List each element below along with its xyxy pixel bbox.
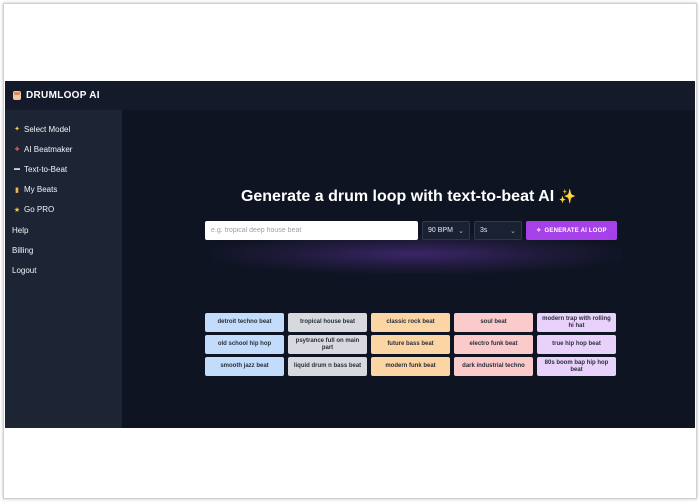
suggestion-chip[interactable]: smooth jazz beat bbox=[205, 357, 284, 376]
sidebar-item-label: Logout bbox=[12, 265, 37, 275]
suggestion-chip[interactable]: detroit techno beat bbox=[205, 313, 284, 332]
sidebar-item-my-beats[interactable]: ▮ My Beats bbox=[5, 180, 122, 200]
sidebar-item-label: AI Beatmaker bbox=[24, 144, 73, 154]
star-icon: ★ bbox=[13, 206, 21, 214]
suggestion-chip[interactable]: classic rock beat bbox=[371, 313, 450, 332]
suggestion-chip[interactable]: modern trap with rolling hi hat bbox=[537, 313, 616, 332]
input-glow bbox=[212, 234, 622, 274]
drumloop-logo-icon bbox=[13, 91, 21, 100]
drum-icon: ✚ bbox=[14, 146, 20, 153]
suggestion-chip[interactable]: liquid drum n bass beat bbox=[288, 357, 367, 376]
sidebar-item-go-pro[interactable]: ★ Go PRO bbox=[5, 200, 122, 220]
sidebar-item-billing[interactable]: Billing bbox=[5, 240, 122, 260]
sidebar-item-label: Go PRO bbox=[24, 205, 55, 215]
sidebar-item-label: Select Model bbox=[24, 124, 71, 134]
bpm-value: 90 BPM bbox=[428, 227, 453, 234]
brand-logo[interactable]: DRUMLOOP AI bbox=[13, 90, 100, 101]
brand-name: DRUMLOOP AI bbox=[26, 90, 100, 101]
sidebar-item-text-to-beat[interactable]: ▬ Text-to-Beat bbox=[5, 159, 122, 179]
generate-button-label: GENERATE AI LOOP bbox=[544, 227, 607, 234]
sidebar-item-label: Help bbox=[12, 225, 29, 235]
suggestion-chip[interactable]: soul beat bbox=[454, 313, 533, 332]
suggestion-chip[interactable]: tropical house beat bbox=[288, 313, 367, 332]
bpm-select[interactable]: 90 BPM ⌄ bbox=[422, 221, 470, 240]
chevron-down-icon: ⌄ bbox=[510, 227, 516, 235]
generate-form: 90 BPM ⌄ 3s ⌄ ✧ GENERATE AI LOOP bbox=[205, 221, 617, 240]
sidebar-item-ai-beatmaker[interactable]: ✚ AI Beatmaker bbox=[5, 139, 122, 159]
suggestion-chip[interactable]: psytrance full on main part bbox=[288, 335, 367, 354]
suggestion-chip[interactable]: electro funk beat bbox=[454, 335, 533, 354]
sidebar-item-label: My Beats bbox=[24, 185, 58, 195]
page-title: Generate a drum loop with text-to-beat A… bbox=[122, 188, 695, 206]
prompt-input[interactable] bbox=[205, 221, 418, 240]
chevron-down-icon: ⌄ bbox=[458, 227, 464, 235]
duration-select[interactable]: 3s ⌄ bbox=[474, 221, 522, 240]
sidebar-item-logout[interactable]: Logout bbox=[5, 260, 122, 280]
magic-wand-icon: ✧ bbox=[536, 228, 542, 234]
sidebar: ✦ Select Model ✚ AI Beatmaker ▬ Text-to-… bbox=[5, 110, 122, 428]
suggestion-chip[interactable]: modern funk beat bbox=[371, 357, 450, 376]
sidebar-item-label: Text-to-Beat bbox=[24, 164, 68, 174]
suggestion-chip[interactable]: 80s boom bap hip hop beat bbox=[537, 357, 616, 376]
sidebar-item-label: Billing bbox=[12, 245, 34, 255]
suggestion-grid: detroit techno beat tropical house beat … bbox=[205, 313, 616, 376]
suggestion-chip[interactable]: future bass beat bbox=[371, 335, 450, 354]
generate-button[interactable]: ✧ GENERATE AI LOOP bbox=[526, 221, 617, 240]
suggestion-chip[interactable]: true hip hop beat bbox=[537, 335, 616, 354]
duration-value: 3s bbox=[480, 227, 488, 234]
chat-icon: ▬ bbox=[14, 166, 20, 173]
sidebar-item-select-model[interactable]: ✦ Select Model bbox=[5, 119, 122, 139]
page-title-text: Generate a drum loop with text-to-beat A… bbox=[240, 188, 555, 205]
sidebar-nav: ✦ Select Model ✚ AI Beatmaker ▬ Text-to-… bbox=[5, 110, 122, 281]
sparkle-icon: ✦ bbox=[14, 126, 20, 134]
suggestion-chip[interactable]: old school hip hop bbox=[205, 335, 284, 354]
sidebar-item-help[interactable]: Help bbox=[5, 220, 122, 240]
app-window: DRUMLOOP AI ✦ Select Model ✚ AI Beatmake… bbox=[5, 81, 695, 428]
sparkles-icon: ✨ bbox=[558, 188, 577, 204]
notebook-icon: ▮ bbox=[15, 186, 19, 194]
top-bar: DRUMLOOP AI bbox=[5, 81, 695, 110]
suggestion-chip[interactable]: dark industrial techno bbox=[454, 357, 533, 376]
main-content: Generate a drum loop with text-to-beat A… bbox=[122, 110, 695, 428]
